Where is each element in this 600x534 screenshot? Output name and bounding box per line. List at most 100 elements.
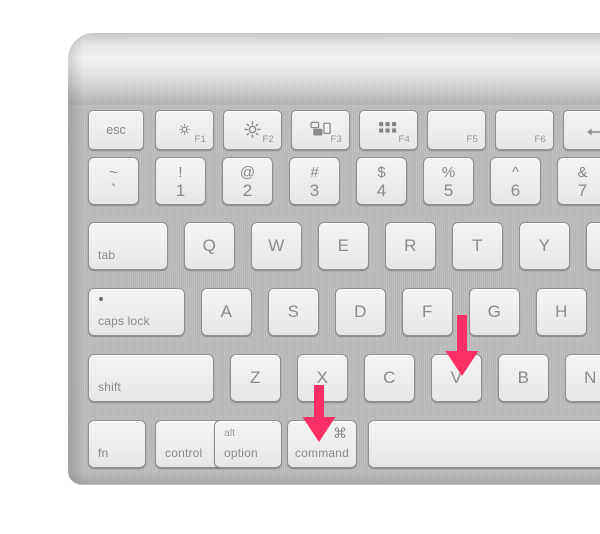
key-option[interactable]: alt option xyxy=(214,420,282,468)
keyboard-top-bevel xyxy=(68,33,600,105)
key-backtick-glyphs: ~ ` xyxy=(89,158,138,204)
key-command-label: command xyxy=(294,446,350,460)
key-f4-number: F4 xyxy=(398,134,410,145)
key-control-label: control xyxy=(165,446,203,460)
key-a-label: A xyxy=(220,302,233,321)
key-z-label: Z xyxy=(250,368,261,387)
key-3[interactable]: # 3 xyxy=(289,157,340,205)
key-backtick-shift-char: ~ xyxy=(109,163,118,181)
key-5-shift-char: % xyxy=(441,163,456,181)
key-w[interactable]: W xyxy=(251,222,302,270)
key-f5-number: F5 xyxy=(466,134,478,145)
key-e-label: E xyxy=(337,236,350,255)
key-x[interactable]: X xyxy=(297,354,348,402)
key-h-label: H xyxy=(555,302,568,321)
key-fn-label: fn xyxy=(98,446,109,460)
key-option-alt-label: alt xyxy=(224,427,236,439)
key-f-label: F xyxy=(422,302,433,321)
caps-lock-led-icon xyxy=(99,297,103,301)
key-v-label: V xyxy=(450,368,463,387)
key-t[interactable]: T xyxy=(452,222,503,270)
key-f2[interactable]: F2 xyxy=(223,110,282,150)
key-c[interactable]: C xyxy=(364,354,415,402)
key-3-base-char: 3 xyxy=(309,180,320,200)
key-f1-number: F1 xyxy=(194,134,206,145)
key-h[interactable]: H xyxy=(536,288,587,336)
key-4-glyphs: $ 4 xyxy=(357,158,406,204)
key-option-label: option xyxy=(224,446,258,460)
key-u[interactable] xyxy=(586,222,600,270)
key-7[interactable]: & 7 xyxy=(557,157,600,205)
key-s-label: S xyxy=(287,302,300,321)
key-tab[interactable]: tab xyxy=(88,222,168,270)
key-y[interactable]: Y xyxy=(519,222,570,270)
key-f4[interactable]: F4 xyxy=(359,110,418,150)
key-a[interactable]: A xyxy=(201,288,252,336)
key-r[interactable]: R xyxy=(385,222,436,270)
key-2[interactable]: @ 2 xyxy=(222,157,273,205)
key-f2-number: F2 xyxy=(262,134,274,145)
key-caps-lock[interactable]: caps lock xyxy=(88,288,185,336)
key-d-label: D xyxy=(354,302,367,321)
key-c-label: C xyxy=(383,368,396,387)
key-shift-label: shift xyxy=(98,380,122,394)
key-f5[interactable]: F5 xyxy=(427,110,486,150)
key-backtick[interactable]: ~ ` xyxy=(88,157,139,205)
key-u-label xyxy=(587,223,600,269)
key-t-label: T xyxy=(472,236,483,255)
key-6-base-char: 6 xyxy=(510,180,521,200)
delete-left-icon xyxy=(564,121,600,143)
key-v[interactable]: V xyxy=(431,354,482,402)
key-6-shift-char: ^ xyxy=(511,163,520,181)
key-esc-label: esc xyxy=(106,123,126,137)
key-3-glyphs: # 3 xyxy=(290,158,339,204)
key-command[interactable]: ⌘ command xyxy=(287,420,357,468)
key-b-label: B xyxy=(517,368,530,387)
key-g-label: G xyxy=(487,302,502,321)
key-f3[interactable]: F3 xyxy=(291,110,350,150)
key-shift-left[interactable]: shift xyxy=(88,354,214,402)
key-f[interactable]: F xyxy=(402,288,453,336)
key-b[interactable]: B xyxy=(498,354,549,402)
key-f3-number: F3 xyxy=(330,134,342,145)
key-tab-label: tab xyxy=(98,248,116,262)
key-d[interactable]: D xyxy=(335,288,386,336)
key-2-shift-char: @ xyxy=(239,163,256,181)
key-z[interactable]: Z xyxy=(230,354,281,402)
key-3-shift-char: # xyxy=(310,163,319,181)
key-7-shift-char: & xyxy=(577,163,588,181)
key-s[interactable]: S xyxy=(268,288,319,336)
key-6[interactable]: ^ 6 xyxy=(490,157,541,205)
key-f6-number: F6 xyxy=(534,134,546,145)
key-esc[interactable]: esc xyxy=(88,110,144,150)
key-caps-lock-label: caps lock xyxy=(98,314,150,328)
key-w-label: W xyxy=(268,236,285,255)
keyboard-bottom-edge xyxy=(68,471,600,485)
key-1[interactable]: ! 1 xyxy=(155,157,206,205)
key-f6[interactable]: F6 xyxy=(495,110,554,150)
key-5-glyphs: % 5 xyxy=(424,158,473,204)
key-1-shift-char: ! xyxy=(178,163,183,181)
key-g[interactable]: G xyxy=(469,288,520,336)
key-n-label: N xyxy=(584,368,597,387)
key-5[interactable]: % 5 xyxy=(423,157,474,205)
key-delete[interactable] xyxy=(563,110,600,150)
key-2-glyphs: @ 2 xyxy=(223,158,272,204)
key-control[interactable]: control xyxy=(155,420,223,468)
key-q[interactable]: Q xyxy=(184,222,235,270)
key-e[interactable]: E xyxy=(318,222,369,270)
key-1-base-char: 1 xyxy=(175,180,186,200)
key-1-glyphs: ! 1 xyxy=(156,158,205,204)
command-symbol-icon: ⌘ xyxy=(333,425,347,441)
key-4[interactable]: $ 4 xyxy=(356,157,407,205)
key-7-glyphs: & 7 xyxy=(558,158,600,204)
key-n[interactable]: N xyxy=(565,354,600,402)
keyboard-left-edge xyxy=(68,33,84,485)
key-6-glyphs: ^ 6 xyxy=(491,158,540,204)
screenshot-canvas: esc F1 F2 F3 F4 F5 F6 ~ ` ! 1 @ 2 # 3 $ … xyxy=(0,0,600,534)
key-f1[interactable]: F1 xyxy=(155,110,214,150)
key-r-label: R xyxy=(404,236,417,255)
key-fn[interactable]: fn xyxy=(88,420,146,468)
key-space[interactable] xyxy=(368,420,600,468)
key-7-base-char: 7 xyxy=(577,180,588,200)
